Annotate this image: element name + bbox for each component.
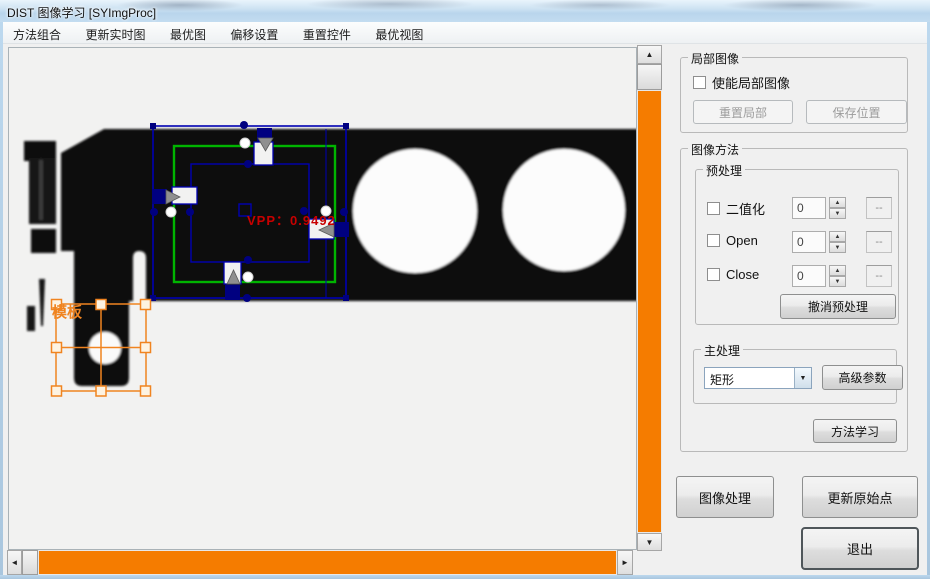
horizontal-scroll-thumb[interactable] bbox=[22, 550, 38, 575]
horizontal-scrollbar[interactable]: ◄ ► bbox=[7, 550, 633, 575]
enable-local-image-checkbox[interactable]: 使能局部图像 bbox=[693, 73, 790, 92]
scroll-right-button[interactable]: ► bbox=[617, 550, 633, 575]
menu-bar: 方法组合 更新实时图 最优图 偏移设置 重置控件 最优视图 bbox=[3, 22, 927, 44]
binarize-checkbox[interactable]: 二值化 bbox=[707, 199, 765, 218]
main-process-group: 主处理 矩形 ▼ 高级参数 bbox=[693, 349, 897, 404]
binarize-value-input[interactable]: 0 bbox=[792, 197, 826, 219]
exit-button[interactable]: 退出 bbox=[801, 527, 919, 570]
window-border-bottom bbox=[0, 575, 930, 579]
combo-arrow-icon[interactable]: ▼ bbox=[794, 368, 811, 388]
reset-local-button[interactable]: 重置局部 bbox=[693, 100, 793, 124]
undo-preprocess-button[interactable]: 撤消预处理 bbox=[780, 294, 896, 319]
scroll-down-button[interactable]: ▼ bbox=[637, 533, 662, 551]
shape-select-value: 矩形 bbox=[710, 371, 734, 388]
menu-best-view[interactable]: 最优视图 bbox=[365, 22, 433, 46]
vpp-score-label: VPP：0.9492 bbox=[247, 210, 336, 229]
shape-select[interactable]: 矩形 ▼ bbox=[704, 367, 812, 389]
save-position-button[interactable]: 保存位置 bbox=[806, 100, 907, 124]
scroll-left-button[interactable]: ◄ bbox=[7, 550, 22, 575]
menu-update-live[interactable]: 更新实时图 bbox=[75, 22, 155, 46]
spin-up-icon[interactable]: ▲ bbox=[829, 265, 846, 276]
window-title: DIST 图像学习 [SYImgProc] bbox=[7, 4, 156, 21]
save-position-label: 保存位置 bbox=[832, 104, 880, 121]
close-value-input[interactable]: 0 bbox=[792, 265, 826, 287]
vertical-scroll-track[interactable] bbox=[637, 90, 662, 533]
image-process-label: 图像处理 bbox=[699, 488, 751, 507]
checkbox-icon[interactable] bbox=[693, 76, 706, 89]
horizontal-scroll-track[interactable] bbox=[38, 550, 617, 575]
checkbox-icon[interactable] bbox=[707, 234, 720, 247]
open-value-input[interactable]: 0 bbox=[792, 231, 826, 253]
close-label: Close bbox=[726, 267, 759, 282]
image-method-group: 图像方法 预处理 二值化 0 ▲ ▼ -- Open 0 ▲ ▼ bbox=[680, 148, 908, 452]
open-spinner[interactable]: ▲ ▼ bbox=[829, 231, 846, 253]
advanced-params-button[interactable]: 高级参数 bbox=[822, 365, 903, 390]
update-origin-button[interactable]: 更新原始点 bbox=[802, 476, 918, 518]
image-method-group-title: 图像方法 bbox=[688, 141, 742, 158]
spin-down-icon[interactable]: ▼ bbox=[829, 242, 846, 253]
menu-reset-controls[interactable]: 重置控件 bbox=[293, 22, 361, 46]
vertical-scroll-thumb[interactable] bbox=[637, 64, 662, 90]
binarize-flag: -- bbox=[866, 197, 892, 219]
exit-label: 退出 bbox=[847, 539, 873, 558]
scroll-right-icon: ► bbox=[621, 558, 629, 567]
spin-down-icon[interactable]: ▼ bbox=[829, 208, 846, 219]
method-learn-label: 方法学习 bbox=[831, 423, 879, 440]
binarize-spinner[interactable]: ▲ ▼ bbox=[829, 197, 846, 219]
image-viewport[interactable]: VPP：0.9492 模板 bbox=[8, 47, 637, 550]
scroll-left-icon: ◄ bbox=[11, 558, 19, 567]
spin-down-icon[interactable]: ▼ bbox=[829, 276, 846, 287]
checkbox-icon[interactable] bbox=[707, 268, 720, 281]
close-flag: -- bbox=[866, 265, 892, 287]
camera-image bbox=[9, 48, 637, 550]
preprocess-group-title: 预处理 bbox=[703, 162, 745, 179]
open-flag: -- bbox=[866, 231, 892, 253]
binarize-label: 二值化 bbox=[726, 199, 765, 218]
method-learn-button[interactable]: 方法学习 bbox=[813, 419, 897, 443]
preprocess-group: 预处理 二值化 0 ▲ ▼ -- Open 0 ▲ ▼ -- bbox=[695, 169, 899, 325]
checkbox-icon[interactable] bbox=[707, 202, 720, 215]
spin-up-icon[interactable]: ▲ bbox=[829, 197, 846, 208]
menu-method-combo[interactable]: 方法组合 bbox=[3, 22, 71, 46]
local-image-group: 局部图像 使能局部图像 重置局部 保存位置 bbox=[680, 57, 908, 133]
local-image-group-title: 局部图像 bbox=[688, 50, 742, 67]
open-checkbox[interactable]: Open bbox=[707, 233, 758, 248]
main-process-group-title: 主处理 bbox=[701, 342, 743, 359]
scroll-up-icon: ▲ bbox=[646, 50, 654, 59]
advanced-params-label: 高级参数 bbox=[838, 369, 886, 386]
reset-local-label: 重置局部 bbox=[719, 104, 767, 121]
menu-best-image[interactable]: 最优图 bbox=[160, 22, 216, 46]
spin-up-icon[interactable]: ▲ bbox=[829, 231, 846, 242]
open-label: Open bbox=[726, 233, 758, 248]
enable-local-image-label: 使能局部图像 bbox=[712, 73, 790, 92]
close-spinner[interactable]: ▲ ▼ bbox=[829, 265, 846, 287]
window-border-left bbox=[0, 22, 3, 579]
app-window: DIST 图像学习 [SYImgProc] 方法组合 更新实时图 最优图 偏移设… bbox=[0, 0, 930, 579]
image-process-button[interactable]: 图像处理 bbox=[676, 476, 774, 518]
update-origin-label: 更新原始点 bbox=[827, 488, 892, 507]
vertical-scrollbar[interactable]: ▲ ▼ bbox=[637, 45, 662, 551]
close-checkbox[interactable]: Close bbox=[707, 267, 759, 282]
scroll-down-icon: ▼ bbox=[646, 538, 654, 547]
template-label: 模板 bbox=[52, 301, 82, 322]
menu-offset-settings[interactable]: 偏移设置 bbox=[220, 22, 288, 46]
scroll-up-button[interactable]: ▲ bbox=[637, 45, 662, 64]
undo-preprocess-label: 撤消预处理 bbox=[808, 298, 868, 315]
title-bar[interactable]: DIST 图像学习 [SYImgProc] bbox=[0, 0, 930, 22]
